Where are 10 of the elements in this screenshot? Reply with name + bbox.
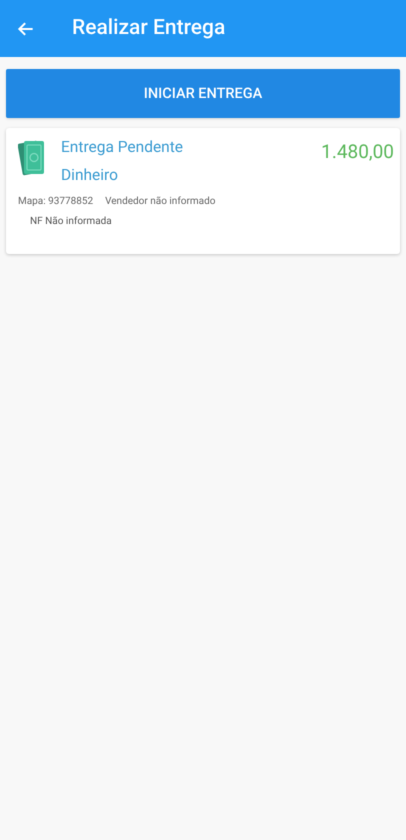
invoice-info: NF Não informada	[30, 216, 112, 227]
payment-method: Dinheiro	[61, 165, 119, 185]
start-delivery-button[interactable]: INICIAR ENTREGA	[6, 69, 400, 118]
banknotes-icon	[18, 138, 46, 178]
seller-info: Vendedor não informado	[105, 195, 216, 209]
screen-title: Realizar Entrega	[72, 14, 226, 42]
map-number: Mapa: 93778852	[18, 195, 94, 209]
delivery-status: Entrega Pendente	[61, 137, 184, 157]
delivery-card[interactable]: Entrega Pendente Dinheiro 1.480,00 Mapa: 93778852 Vendedor não informado NF Não informada	[6, 128, 400, 254]
delivery-amount: 1.480,00	[321, 139, 394, 165]
